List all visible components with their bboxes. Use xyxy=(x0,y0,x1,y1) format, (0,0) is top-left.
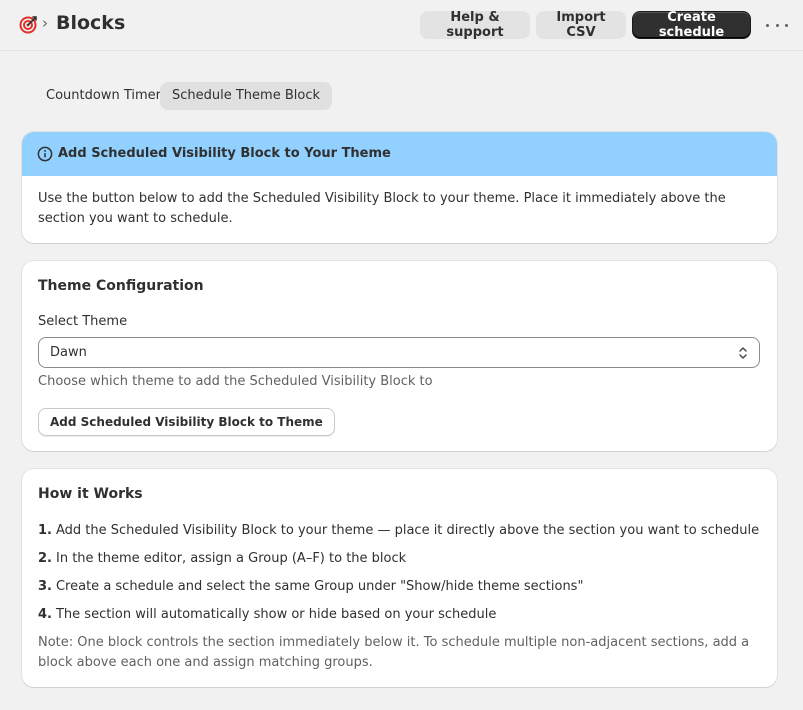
theme-select[interactable]: Dawn xyxy=(38,337,760,368)
tab-countdown-timer[interactable]: Countdown Timer xyxy=(34,82,173,110)
select-help-text: Choose which theme to add the Scheduled … xyxy=(38,374,433,389)
card-title: How it Works xyxy=(38,486,143,502)
select-theme-label: Select Theme xyxy=(38,314,128,329)
step-number: 2. xyxy=(38,551,52,566)
list-item: 1. Add the Scheduled Visibility Block to … xyxy=(38,523,759,538)
banner-title: Add Scheduled Visibility Block to Your T… xyxy=(58,146,391,161)
breadcrumb-chevron-icon: › xyxy=(42,14,48,32)
info-banner-card: Add Scheduled Visibility Block to Your T… xyxy=(22,132,777,243)
list-item: 4. The section will automatically show or… xyxy=(38,607,496,622)
card-title: Theme Configuration xyxy=(38,278,204,294)
list-item: 3. Create a schedule and select the same … xyxy=(38,579,583,594)
tab-schedule-theme-block[interactable]: Schedule Theme Block xyxy=(160,82,333,110)
how-it-works-card: How it Works 1. Add the Scheduled Visibil… xyxy=(22,469,777,687)
page-title: Blocks xyxy=(56,12,126,34)
add-block-to-theme-button[interactable]: Add Scheduled Visibility Block to Theme xyxy=(38,408,335,436)
step-text: The section will automatically show or h… xyxy=(55,607,497,622)
banner-header: Add Scheduled Visibility Block to Your T… xyxy=(22,132,777,176)
step-text: Create a schedule and select the same Gr… xyxy=(55,579,584,594)
info-icon xyxy=(37,146,53,162)
list-item: 2. In the theme editor, assign a Group (A… xyxy=(38,551,406,566)
step-number: 3. xyxy=(38,579,52,594)
more-actions-icon[interactable] xyxy=(766,18,788,32)
selected-theme-value: Dawn xyxy=(50,345,87,360)
select-arrows-icon xyxy=(739,347,747,359)
step-text: Add the Scheduled Visibility Block to yo… xyxy=(55,523,760,538)
help-support-button[interactable]: Help & support xyxy=(420,10,530,40)
app-logo-icon xyxy=(19,16,37,34)
step-text: In the theme editor, assign a Group (A–F… xyxy=(55,551,407,566)
top-bar: › Blocks Help & support Import CSV Creat… xyxy=(0,0,803,51)
step-number: 1. xyxy=(38,523,52,538)
note-text: Note: One block controls the section imm… xyxy=(38,635,750,670)
import-csv-button[interactable]: Import CSV xyxy=(536,10,626,40)
banner-body: Use the button below to add the Schedule… xyxy=(38,191,726,226)
theme-configuration-card: Theme Configuration Select Theme Dawn Ch… xyxy=(22,261,777,451)
create-schedule-button[interactable]: Create schedule xyxy=(632,10,751,40)
step-number: 4. xyxy=(38,607,52,622)
